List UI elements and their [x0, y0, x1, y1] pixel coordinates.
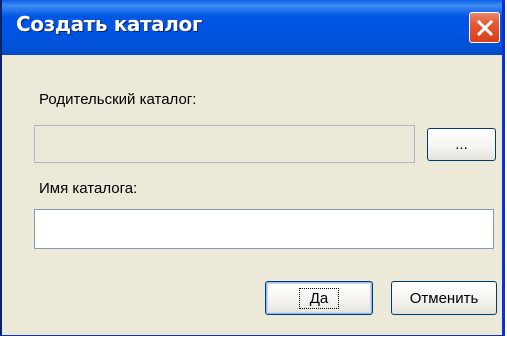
parent-folder-field	[34, 125, 415, 163]
parent-folder-label: Родительский каталог:	[39, 91, 197, 108]
close-button[interactable]	[469, 12, 500, 43]
folder-name-label: Имя каталога:	[39, 180, 138, 197]
close-icon	[476, 19, 493, 36]
title-bar[interactable]: Создать каталог	[2, 0, 502, 55]
browse-button-label: ...	[455, 136, 468, 153]
cancel-button-label: Отменить	[409, 289, 479, 307]
browse-button[interactable]: ...	[427, 128, 496, 161]
dialog-title: Создать каталог	[16, 12, 202, 36]
cancel-button[interactable]: Отменить	[391, 281, 497, 315]
ok-button-label: Да	[298, 287, 340, 309]
create-folder-dialog: Создать каталог Родительский каталог: ..…	[0, 0, 505, 336]
ok-button[interactable]: Да	[265, 281, 373, 315]
folder-name-input[interactable]	[34, 209, 494, 249]
